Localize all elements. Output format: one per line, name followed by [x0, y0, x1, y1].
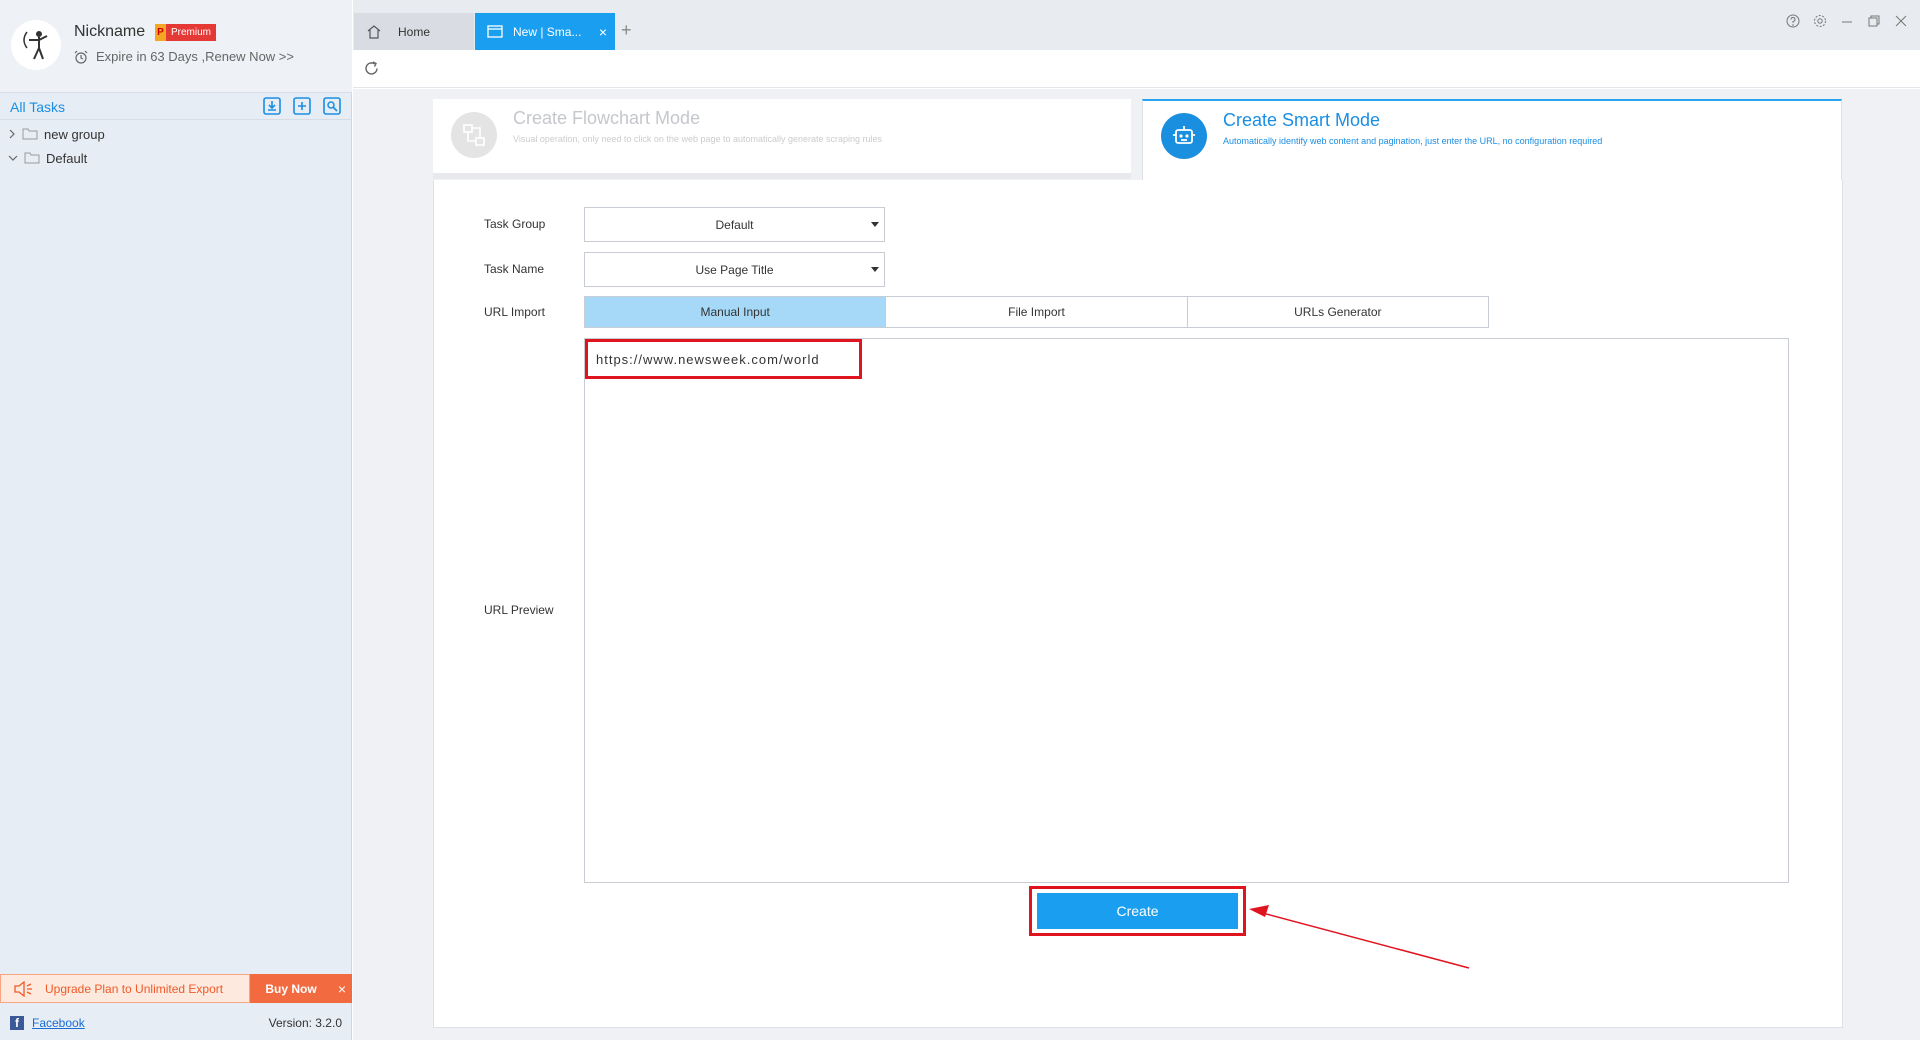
- tab-home-label: Home: [398, 24, 431, 39]
- tree-item-new-group[interactable]: new group: [0, 122, 352, 146]
- address-bar: [353, 50, 1920, 88]
- speaker-icon: [14, 980, 32, 997]
- nickname: Nickname: [74, 23, 146, 40]
- mode-smart-card[interactable]: Create Smart Mode Automatically identify…: [1142, 99, 1842, 190]
- search-task-icon[interactable]: [322, 96, 342, 116]
- smart-form: Task Group Default Task Name Use Page Ti…: [433, 180, 1843, 1028]
- tree-item-label: Default: [46, 150, 88, 166]
- url-entry[interactable]: https://www.newsweek.com/world: [585, 339, 862, 379]
- manual-input-tab[interactable]: Manual Input: [585, 297, 887, 327]
- premium-badge-p: P: [155, 24, 166, 41]
- settings-icon[interactable]: [1812, 14, 1827, 31]
- url-preview-label: URL Preview: [484, 603, 554, 617]
- premium-badge: P Premium: [155, 24, 217, 41]
- main-content: Create Flowchart Mode Visual operation, …: [353, 89, 1920, 1040]
- task-tools: [262, 96, 342, 116]
- chevron-right-icon[interactable]: [8, 129, 16, 139]
- help-icon[interactable]: [1785, 14, 1800, 31]
- version-text: Version: 3.2.0: [268, 1016, 342, 1030]
- sidebar-footer: f Facebook Version: 3.2.0: [0, 1008, 352, 1038]
- smart-desc: Automatically identify web content and p…: [1223, 136, 1603, 146]
- url-import-label: URL Import: [484, 305, 545, 319]
- facebook-icon[interactable]: f: [10, 1016, 24, 1030]
- caret-down-icon: [871, 267, 879, 272]
- reload-icon[interactable]: [363, 60, 380, 82]
- avatar[interactable]: [11, 20, 61, 70]
- import-icon[interactable]: [262, 96, 282, 116]
- premium-badge-label: Premium: [166, 24, 217, 41]
- mode-flowchart-card[interactable]: Create Flowchart Mode Visual operation, …: [433, 99, 1131, 179]
- robot-icon: [1161, 113, 1207, 159]
- alarm-clock-icon: [74, 50, 88, 64]
- tree-item-label: new group: [44, 126, 105, 142]
- upgrade-text: Upgrade Plan to Unlimited Export: [45, 981, 224, 996]
- url-input-area[interactable]: https://www.newsweek.com/world: [584, 338, 1789, 883]
- tab-close-icon[interactable]: ×: [599, 24, 607, 40]
- file-import-tab[interactable]: File Import: [886, 297, 1188, 327]
- task-name-select[interactable]: Use Page Title: [584, 252, 885, 287]
- upgrade-banner: Upgrade Plan to Unlimited Export Buy Now…: [0, 974, 352, 1003]
- task-tree: new group Default: [0, 122, 352, 170]
- close-icon[interactable]: ×: [332, 974, 352, 1003]
- new-tab-button[interactable]: +: [621, 20, 632, 41]
- facebook-link[interactable]: Facebook: [32, 1016, 85, 1030]
- caret-down-icon: [871, 222, 879, 227]
- home-icon: [367, 25, 381, 39]
- task-group-select[interactable]: Default: [584, 207, 885, 242]
- all-tasks-bar: All Tasks: [0, 92, 352, 120]
- chevron-down-icon[interactable]: [8, 154, 18, 162]
- smart-title: Create Smart Mode: [1223, 110, 1381, 130]
- all-tasks-label[interactable]: All Tasks: [10, 99, 65, 115]
- flowchart-desc: Visual operation, only need to click on …: [513, 134, 883, 144]
- tab-bar: Home New | Sma... × +: [353, 0, 1920, 50]
- buy-now-button[interactable]: Buy Now: [250, 974, 332, 1003]
- sidebar: Nickname P Premium Expire in 63 Days ,Re…: [0, 0, 352, 1040]
- window-controls: [1785, 14, 1908, 31]
- expire-text: Expire in 63 Days ,Renew Now >>: [96, 49, 294, 64]
- folder-icon: [22, 128, 38, 140]
- folder-icon: [24, 152, 40, 164]
- tab-home[interactable]: Home: [354, 13, 474, 50]
- tab-new-smart[interactable]: New | Sma... ×: [475, 13, 615, 50]
- create-button-highlight: Create: [1029, 886, 1246, 936]
- close-window-icon[interactable]: [1893, 14, 1908, 31]
- archer-icon: [23, 31, 48, 60]
- add-task-icon[interactable]: [292, 96, 312, 116]
- tab-active-label: New | Sma...: [513, 24, 582, 39]
- urls-generator-tab[interactable]: URLs Generator: [1187, 297, 1488, 327]
- expire-link[interactable]: Expire in 63 Days ,Renew Now >>: [74, 49, 294, 64]
- restore-icon[interactable]: [1866, 14, 1881, 31]
- tree-item-default[interactable]: Default: [0, 146, 352, 170]
- browser-icon: [487, 25, 503, 38]
- upgrade-link[interactable]: Upgrade Plan to Unlimited Export: [0, 974, 250, 1003]
- task-group-label: Task Group: [484, 217, 546, 231]
- url-import-segmented: Manual Input File Import URLs Generator: [584, 296, 1489, 328]
- minimize-icon[interactable]: [1839, 14, 1854, 31]
- task-name-label: Task Name: [484, 262, 545, 276]
- create-button[interactable]: Create: [1037, 893, 1238, 929]
- task-group-value: Default: [715, 217, 754, 232]
- task-name-value: Use Page Title: [695, 262, 774, 277]
- flowchart-title: Create Flowchart Mode: [513, 108, 701, 128]
- profile-panel: Nickname P Premium Expire in 63 Days ,Re…: [0, 0, 352, 92]
- flowchart-icon: [451, 112, 497, 158]
